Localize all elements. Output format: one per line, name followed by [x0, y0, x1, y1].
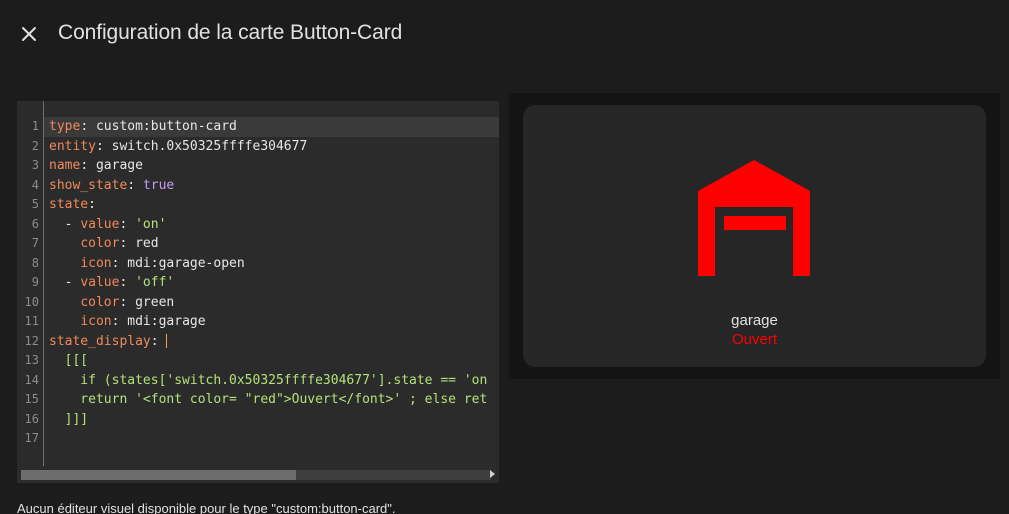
line-number: 5: [31, 197, 39, 211]
scroll-right-arrow-icon[interactable]: [490, 470, 495, 478]
code-token: 'on': [135, 216, 167, 232]
line-number: 1: [31, 119, 39, 133]
line-number: 13: [24, 353, 39, 367]
close-button[interactable]: [14, 19, 44, 49]
code-token: color: [80, 236, 120, 251]
card-preview: garage Ouvert: [509, 93, 1000, 379]
code-line: state_display:: [49, 332, 168, 352]
code-line: name: garage: [49, 156, 143, 176]
code-token: return '<font color= "red">Ouvert</font>…: [49, 392, 488, 407]
code-line: show_state: true: [49, 176, 174, 196]
code-token: :: [150, 333, 167, 349]
scrollbar-thumb[interactable]: [21, 470, 296, 480]
code-token: state: [49, 197, 89, 212]
code-line: type: custom:button-card: [49, 117, 237, 137]
line-number: 17: [24, 431, 39, 445]
code-token: : red: [119, 236, 159, 251]
button-card[interactable]: garage Ouvert: [523, 105, 986, 367]
code-token: true: [142, 177, 175, 193]
code-line: [[[: [49, 351, 89, 371]
horizontal-scrollbar[interactable]: [17, 466, 499, 483]
code-token: :: [88, 197, 96, 212]
code-line: - value: 'on': [49, 215, 167, 235]
code-token: entity: [49, 138, 96, 154]
code-line: if (states['switch.0x50325ffffe304677'].…: [49, 371, 487, 391]
text-cursor: [166, 334, 168, 348]
code-token: icon: [80, 255, 112, 271]
line-number: 6: [31, 216, 39, 231]
line-number: 11: [24, 314, 39, 328]
line-number: 3: [31, 158, 39, 172]
code-token: [[[: [49, 353, 89, 368]
code-token: : switch.0x50325ffffe304677: [95, 138, 308, 154]
line-number: 12: [24, 333, 39, 348]
line-number: 9: [31, 275, 39, 289]
code-token: color: [80, 294, 120, 310]
code-token: icon: [80, 314, 112, 329]
code-token: value: [80, 216, 120, 232]
code-token: type: [49, 119, 81, 134]
code-token: :: [119, 275, 136, 290]
close-icon: [22, 27, 36, 41]
line-number: 14: [24, 372, 39, 387]
yaml-code-editor[interactable]: 1 2 3 4 5 6 7 8 9 10 11 12 13 14 15 16 17 type: custom:b…: [17, 101, 499, 483]
card-config-dialog: Configuration de la carte Button-Card 12…: [0, 0, 1009, 514]
code-line: ]]]: [49, 410, 89, 430]
line-number: 16: [24, 411, 39, 426]
code-token: :: [127, 177, 143, 193]
code-token: value: [80, 275, 120, 290]
code-line: icon: mdi:garage-open: [49, 254, 245, 274]
line-number: 7: [31, 236, 39, 250]
code-line: icon: mdi:garage: [49, 312, 206, 332]
code-token: if (states['switch.0x50325ffffe304677'].…: [49, 372, 488, 388]
code-token: :: [119, 216, 136, 232]
dialog-title: Configuration de la carte Button-Card: [58, 21, 403, 44]
code-token: show_state: [49, 177, 128, 193]
code-line: color: green: [49, 293, 174, 313]
card-state: Ouvert: [731, 331, 777, 348]
code-area[interactable]: type: custom:button-card entity: switch.0…: [44, 101, 499, 466]
line-number: 10: [24, 294, 39, 309]
code-token: : mdi:garage-open: [111, 255, 245, 271]
code-token: ]]]: [49, 411, 89, 427]
code-token: : garage: [80, 158, 143, 173]
code-line: return '<font color= "red">Ouvert</font>…: [49, 390, 487, 410]
code-line: entity: switch.0x50325ffffe304677: [49, 137, 307, 157]
dialog-header: Configuration de la carte Button-Card: [0, 0, 1009, 66]
code-token: state_display: [49, 333, 151, 349]
line-number: 2: [31, 138, 39, 153]
code-token: : green: [119, 294, 175, 310]
code-token: -: [49, 216, 81, 232]
line-number: 15: [24, 392, 39, 406]
code-token: 'off': [135, 275, 175, 290]
code-line: - value: 'off': [49, 273, 175, 293]
code-token: -: [49, 275, 81, 290]
line-number-gutter: 1 2 3 4 5 6 7 8 9 10 11 12 13 14 15 16 17: [17, 101, 44, 466]
garage-open-icon: [698, 160, 810, 276]
no-visual-editor-notice: Aucun éditeur visuel disponible pour le …: [17, 501, 396, 514]
code-token: : mdi:garage: [111, 314, 206, 329]
line-number: 4: [31, 177, 39, 192]
card-name: garage: [731, 312, 778, 329]
line-number: 8: [31, 255, 39, 270]
code-token: : custom:button-card: [80, 119, 237, 134]
code-token: name: [49, 158, 81, 173]
code-line: state:: [49, 195, 96, 215]
code-line: color: red: [49, 234, 159, 254]
